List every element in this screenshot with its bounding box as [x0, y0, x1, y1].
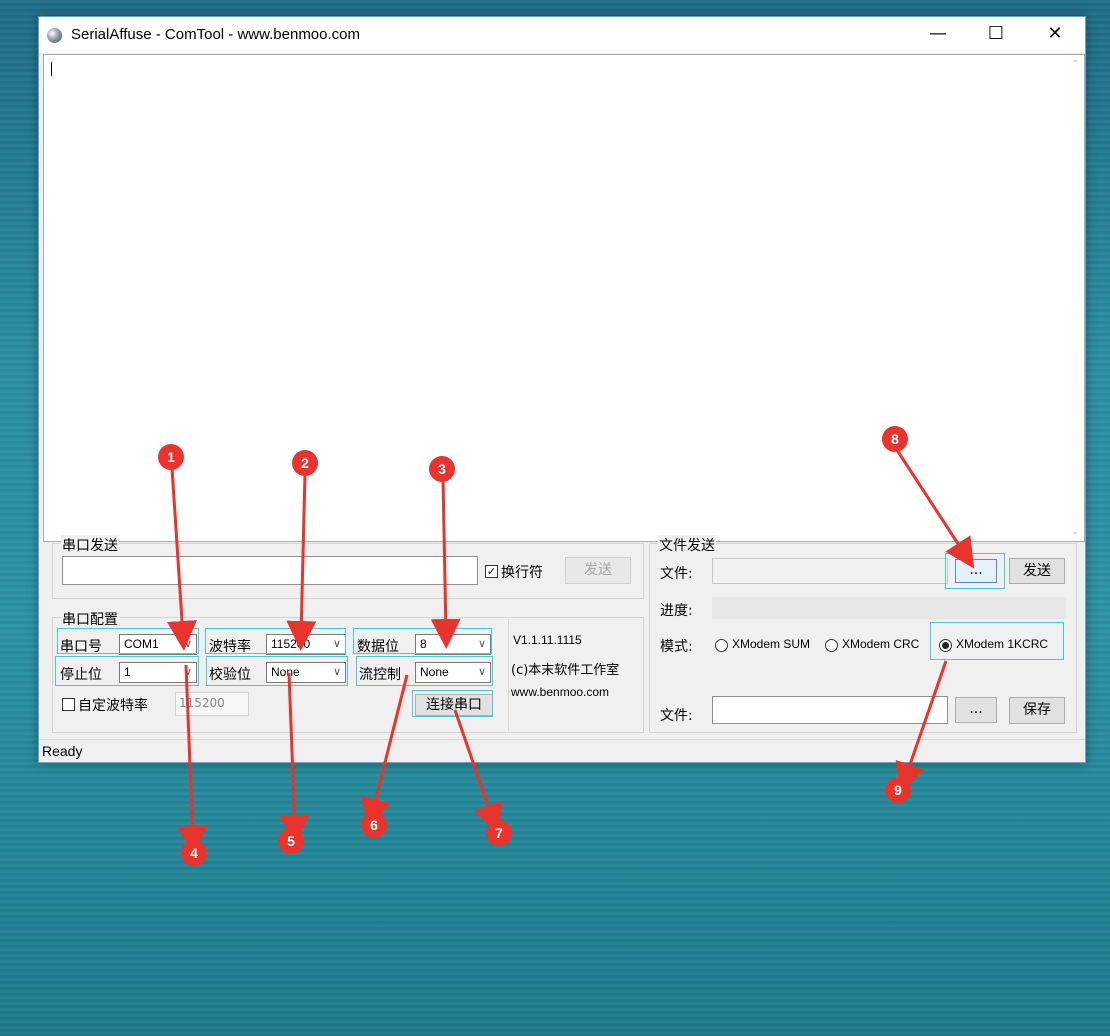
highlight-stopbits — [55, 656, 199, 686]
annotation-badge-5: 5 — [278, 828, 304, 854]
scroll-down-icon[interactable]: ⌄ — [1067, 526, 1084, 537]
annotation-badge-8: 8 — [882, 426, 908, 452]
mode-radio-sum[interactable] — [715, 639, 728, 652]
text-caret — [51, 62, 52, 76]
file-send-group-label: 文件发送 — [658, 535, 716, 555]
status-bar: Ready — [39, 739, 1085, 762]
annotation-badge-7: 7 — [486, 820, 512, 846]
window-title: SerialAffuse - ComTool - www.benmoo.com — [71, 26, 360, 43]
annotation-badge-2: 2 — [292, 450, 318, 476]
version-text: V1.1.11.1115 — [513, 633, 582, 647]
mode-radio-crc[interactable] — [825, 639, 838, 652]
highlight-baud — [205, 628, 346, 654]
maximize-button[interactable]: ☐ — [967, 17, 1025, 53]
save-button[interactable]: 保存 — [1009, 697, 1065, 724]
mode-label-sum: XModem SUM — [732, 637, 811, 651]
newline-checkbox[interactable]: ✓ — [485, 565, 498, 578]
custom-baud-label: 自定波特率 — [78, 698, 148, 714]
minimize-button[interactable]: — — [909, 17, 967, 53]
serial-send-group-label: 串口发送 — [61, 535, 119, 555]
mode-label-crc: XModem CRC — [842, 637, 920, 651]
annotation-badge-9: 9 — [885, 777, 911, 803]
status-text: Ready — [42, 743, 83, 759]
receive-text-area[interactable]: ⌃ ⌄ — [43, 54, 1085, 542]
highlight-1kcrc — [930, 622, 1064, 660]
copyright-text: (c)本末软件工作室 — [511, 663, 620, 678]
save-browse-button[interactable]: ... — [955, 697, 997, 723]
highlight-port — [57, 628, 199, 654]
highlight-browse — [945, 553, 1005, 589]
close-button[interactable]: ✕ — [1026, 17, 1084, 53]
progress-label: 进度: — [660, 603, 693, 619]
serial-send-input[interactable] — [62, 556, 478, 585]
app-globe-icon — [47, 28, 62, 43]
highlight-flow — [356, 656, 493, 686]
custom-baud-checkbox[interactable] — [62, 698, 75, 711]
save-path-input[interactable] — [712, 696, 948, 724]
annotation-badge-3: 3 — [429, 456, 455, 482]
website-text: www.benmoo.com — [511, 685, 610, 699]
serial-config-group-label: 串口配置 — [61, 609, 119, 629]
about-panel: V1.1.11.1115 (c)本末软件工作室 www.benmoo.com — [508, 619, 642, 731]
title-bar: SerialAffuse - ComTool - www.benmoo.com … — [39, 17, 1085, 53]
mode-label: 模式: — [660, 639, 693, 655]
annotation-badge-6: 6 — [361, 812, 387, 838]
save-file-label: 文件: — [660, 708, 693, 724]
highlight-parity — [206, 656, 348, 686]
annotation-badge-1: 1 — [158, 444, 184, 470]
highlight-databits — [353, 628, 492, 654]
annotation-badge-4: 4 — [181, 840, 207, 866]
file-send-button[interactable]: 发送 — [1009, 558, 1065, 584]
scroll-up-icon[interactable]: ⌃ — [1067, 59, 1084, 70]
file-label: 文件: — [660, 566, 693, 582]
newline-label: 换行符 — [501, 565, 543, 581]
progress-bar — [712, 597, 1066, 619]
highlight-connect — [412, 690, 493, 717]
vertical-scrollbar[interactable]: ⌃ ⌄ — [1067, 55, 1084, 541]
custom-baud-input[interactable]: 115200 — [175, 692, 249, 716]
file-path-input[interactable] — [712, 558, 948, 584]
serial-send-button[interactable]: 发送 — [565, 557, 631, 584]
